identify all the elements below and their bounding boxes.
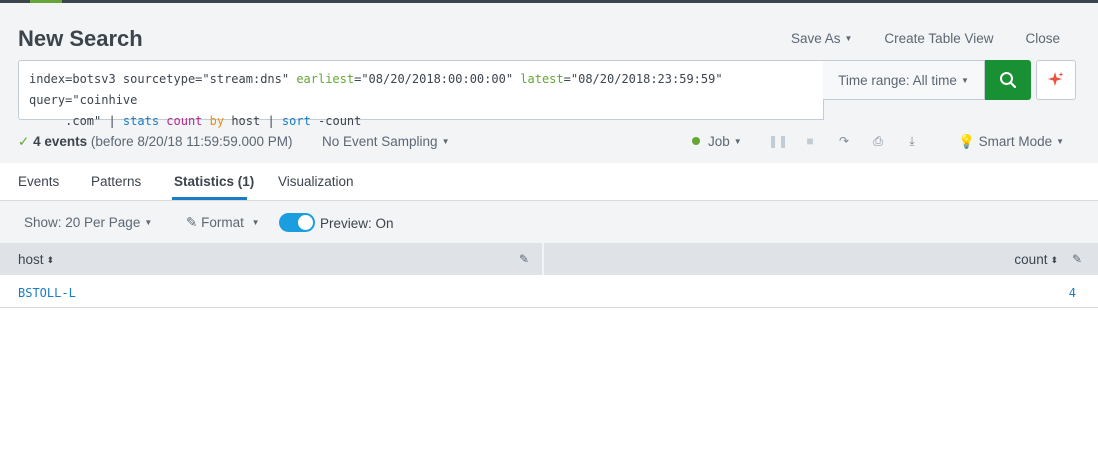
column-header-host[interactable]: host ⬍ [18, 252, 54, 267]
tab-visualization[interactable]: Visualization [278, 174, 354, 189]
table-header: host ⬍ ✎ count ⬍ ✎ [0, 243, 1098, 275]
print-icon[interactable]: ⎙ [870, 134, 886, 149]
preview-toggle[interactable] [279, 213, 315, 232]
toggle-knob [298, 215, 313, 230]
query-text: ="08/20/2018:00:00:00" [354, 72, 521, 86]
format-dropdown[interactable]: ✎ Format ▼ [186, 215, 260, 231]
search-query-input[interactable]: index=botsv3 sourcetype="stream:dns" ear… [18, 60, 824, 128]
per-page-label: Show: 20 Per Page [24, 215, 141, 230]
title-actions: Save As ▼ Create Table View Close [791, 31, 1060, 46]
per-page-dropdown[interactable]: Show: 20 Per Page ▼ [24, 215, 152, 230]
pause-icon[interactable]: ❚❚ [768, 134, 788, 149]
column-header-label: host [18, 252, 44, 267]
search-status-row: ✓ 4 events (before 8/20/18 11:59:59.000 … [18, 134, 1080, 150]
column-header-label: count [1014, 252, 1048, 267]
active-tab-indicator [172, 197, 247, 200]
query-text [202, 114, 209, 128]
search-icon [1000, 72, 1017, 89]
stop-icon[interactable]: ■ [802, 134, 818, 149]
close-button[interactable]: Close [1025, 31, 1060, 46]
caret-down-icon: ▼ [441, 137, 450, 146]
caret-down-icon: ▼ [251, 218, 260, 227]
caret-down-icon: ▼ [144, 218, 153, 227]
sort-icon: ⬍ [1050, 255, 1058, 265]
lightbulb-icon: 💡 [958, 134, 975, 149]
tab-patterns[interactable]: Patterns [91, 174, 141, 189]
tab-statistics[interactable]: Statistics (1) [174, 174, 254, 189]
query-command: stats [122, 114, 160, 128]
query-function: count [166, 114, 203, 128]
results-tabs: Events Patterns Statistics (1) Visualiza… [0, 163, 1098, 201]
caret-down-icon: ▼ [844, 34, 853, 43]
preview-label: Preview: On [320, 216, 394, 231]
query-text: index=botsv3 sourcetype="stream:dns" [29, 72, 297, 86]
query-command: sort [281, 114, 311, 128]
save-as-button[interactable]: Save As ▼ [791, 31, 852, 46]
search-mode-label: Smart Mode [978, 134, 1053, 149]
export-icon[interactable]: ⤓ [904, 134, 920, 149]
app-accent-bar [30, 0, 62, 3]
sort-icon: ⬍ [46, 255, 55, 265]
time-range-picker[interactable]: Time range: All time ▼ [823, 60, 985, 100]
page-title: New Search [18, 26, 143, 51]
query-keyword: latest [520, 72, 564, 86]
job-status-icon [692, 137, 700, 145]
check-icon: ✓ [18, 134, 30, 149]
search-button[interactable] [985, 60, 1031, 100]
query-keyword: by [209, 114, 225, 128]
results-empty-area [0, 308, 1098, 450]
column-divider[interactable] [542, 243, 544, 275]
event-count-detail: (before 8/20/18 11:59:59.000 PM) [90, 134, 293, 149]
caret-down-icon: ▼ [733, 137, 742, 146]
query-text: -count [310, 114, 362, 128]
cell-host[interactable]: BSTOLL-L [18, 286, 76, 300]
ai-assistant-button[interactable] [1036, 60, 1076, 100]
search-mode-dropdown[interactable]: 💡 Smart Mode ▼ [958, 134, 1064, 150]
format-label: Format [201, 215, 244, 230]
caret-down-icon: ▼ [1056, 137, 1065, 146]
top-bar [0, 0, 1098, 3]
sparkle-icon [1048, 72, 1064, 86]
event-count: 4 events [33, 134, 88, 149]
query-text: host | [224, 114, 282, 128]
time-range-label: Time range: All time [838, 72, 957, 88]
event-sampling-dropdown[interactable]: No Event Sampling ▼ [322, 134, 449, 149]
table-row: BSTOLL-L 4 [0, 275, 1098, 308]
tab-events[interactable]: Events [18, 174, 59, 189]
event-count-status: ✓ 4 events (before 8/20/18 11:59:59.000 … [18, 134, 293, 150]
query-keyword: earliest [296, 72, 355, 86]
create-table-view-button[interactable]: Create Table View [884, 31, 993, 46]
save-as-label: Save As [790, 31, 841, 46]
job-label: Job [708, 134, 730, 149]
caret-down-icon: ▼ [960, 75, 969, 85]
job-dropdown[interactable]: Job ▼ [692, 134, 742, 149]
share-icon[interactable]: ↷ [836, 134, 852, 149]
job-controls: ❚❚ ■ ↷ ⎙ ⤓ [768, 134, 920, 149]
cell-count[interactable]: 4 [1069, 286, 1076, 300]
sampling-label: No Event Sampling [322, 134, 438, 149]
edit-column-icon[interactable]: ✎ [519, 252, 529, 266]
column-header-count[interactable]: count ⬍ [1014, 252, 1058, 267]
edit-column-icon[interactable]: ✎ [1072, 252, 1082, 266]
pencil-icon: ✎ [186, 215, 198, 230]
results-options-row: Show: 20 Per Page ▼ ✎ Format ▼ Preview: O… [0, 202, 1098, 242]
